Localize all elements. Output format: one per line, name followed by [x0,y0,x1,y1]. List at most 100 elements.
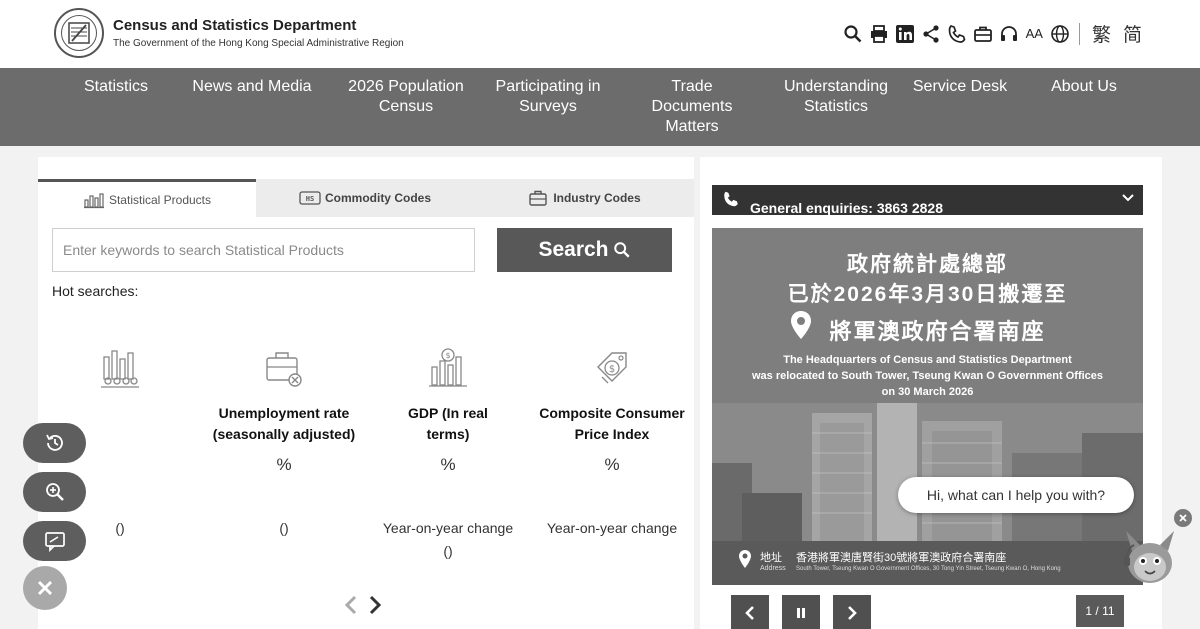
chatbot-bubble[interactable]: Hi, what can I help you with? [898,477,1134,513]
hot-searches-label: Hot searches: [52,283,139,299]
close-icon [1179,514,1187,522]
feedback-icon [44,532,65,552]
feedback-button[interactable] [23,521,86,561]
banner-english-line2: was relocated to South Tower, Tseung Kwa… [751,370,1104,382]
briefcase-x-icon [266,352,302,387]
indicator-unit: % [604,455,620,474]
search-button[interactable]: Search [497,228,672,272]
site-header: Census and Statistics Department The Gov… [0,0,1200,68]
indicator-card[interactable]: $ GDP (In real terms) % Year-on-year cha… [366,347,530,559]
banner-heading-line1: 政府統計處總部 [847,253,1008,276]
nav-news-and-media[interactable]: News and Media [178,68,326,146]
chart-icon [83,192,104,208]
building-illustration [712,403,1143,543]
phone-icon [724,191,738,207]
phone-icon[interactable] [946,22,968,46]
main-nav: Statistics News and Media 2026 Populatio… [0,68,1200,146]
nav-understanding-statistics[interactable]: Understanding Statistics [774,68,898,146]
close-floating-menu-button[interactable] [23,566,67,610]
nav-statistics[interactable]: Statistics [54,68,178,146]
banner-heading-line2: 已於2026年3月30日搬遷至 [787,283,1068,306]
indicator-note: Year-on-year change [546,520,678,536]
tab-commodity-codes-label: Commodity Codes [324,191,431,205]
tab-industry-codes[interactable]: Industry Codes [474,179,694,217]
population-icon [101,350,139,388]
svg-text:$: $ [445,351,450,360]
lang-simplified-chinese[interactable]: 简 [1119,20,1146,47]
page: Census and Statistics Department The Gov… [0,0,1200,629]
location-pin-icon [739,550,751,568]
nav-trade-documents-matters[interactable]: Trade Documents Matters [610,68,774,146]
indicator-card[interactable]: Unemployment rate (seasonally adjusted) … [202,347,366,536]
headset-icon[interactable] [998,22,1020,46]
zoom-icon [45,483,64,501]
close-icon [37,580,53,596]
search-icon [613,242,630,258]
briefcase-icon [529,190,548,206]
slider-pause-button[interactable] [782,595,820,629]
banner-english-line1: The Headquarters of Census and Statistic… [783,354,1072,366]
slider-prev-button[interactable] [731,595,769,629]
address-english: South Tower, Tseung Kwan O Government Of… [796,566,1061,572]
news-panel: General enquiries: 3863 2828 政府統計處總部 已於2… [700,157,1162,629]
slider-next-button[interactable] [833,595,871,629]
chevron-right-icon [848,606,857,620]
logo-emblem-icon [68,22,90,44]
zoom-search-button[interactable] [23,472,86,512]
pause-icon [797,608,805,618]
svg-text:HS: HS [306,195,314,203]
nav-about-us[interactable]: About Us [1022,68,1146,146]
header-separator [1078,22,1080,45]
chatbot-mascot-icon[interactable] [1120,523,1180,585]
address-chinese: 香港將軍澳唐賢街30號將軍澳政府合署南座 [796,552,1007,564]
indicator-title: Unemployment rate (seasonally adjusted) [212,405,356,442]
tab-statistical-products[interactable]: Statistical Products [38,179,256,217]
price-tag-dollar-icon: $ [597,352,627,384]
search-icon[interactable] [842,22,864,46]
lang-traditional-chinese[interactable]: 繁 [1088,20,1115,47]
chevron-down-icon[interactable] [1121,191,1135,205]
search-button-label: Search [538,238,609,261]
code-icon: HS [299,191,321,205]
font-size-icon[interactable]: AA [1024,26,1045,41]
banner-english-text: The Headquarters of Census and Statistic… [712,352,1143,400]
banner-english-line3: on 30 March 2026 [881,386,974,398]
indicator-note: () [279,520,289,536]
indicator-carousel-arrows [343,594,383,616]
chevron-right-icon[interactable] [367,594,383,616]
nav-service-desk[interactable]: Service Desk [898,68,1022,146]
globe-icon[interactable] [1049,22,1071,46]
department-logo[interactable] [54,8,104,58]
tab-commodity-codes[interactable]: HS Commodity Codes [256,179,474,217]
svg-text:$: $ [609,364,615,375]
indicator-note-secondary: () [443,543,453,559]
indicator-card[interactable]: () [38,347,202,536]
address-sublabel: Address [760,565,786,572]
relocation-banner[interactable]: 政府統計處總部 已於2026年3月30日搬遷至 將軍澳政府合署南座 The He… [712,228,1143,585]
nav-participating-in-surveys[interactable]: Participating in Surveys [486,68,610,146]
print-icon[interactable] [868,22,890,46]
briefcase-icon[interactable] [972,22,994,46]
indicator-note: Year-on-year change [382,520,514,536]
header-tools: AA 繁 简 [842,20,1146,47]
banner-heading-line3: 將軍澳政府合署南座 [829,319,1046,344]
indicator-unit: % [276,455,292,474]
search-panel: Statistical Products HS Commodity Codes … [38,157,694,629]
tab-statistical-products-label: Statistical Products [108,192,212,207]
indicator-card[interactable]: $ Composite Consumer Price Index % Year-… [530,347,694,536]
chevron-left-icon [745,606,754,620]
linkedin-icon[interactable] [894,22,916,46]
department-subtitle: The Government of the Hong Kong Special … [113,38,404,49]
department-name[interactable]: Census and Statistics Department [113,17,356,34]
enquiry-bar[interactable]: General enquiries: 3863 2828 [712,185,1143,215]
bar-chart-dollar-icon: $ [429,348,467,387]
indicator-title: Composite Consumer Price Index [539,405,685,442]
share-icon[interactable] [920,22,942,46]
address-label: 地址 [760,552,782,564]
search-tabs: Statistical Products HS Commodity Codes … [38,179,694,217]
history-button[interactable] [23,423,86,463]
search-input[interactable] [52,228,475,272]
nav-population-census[interactable]: 2026 Population Census [326,68,486,146]
indicator-unit: % [440,455,456,474]
chevron-left-icon[interactable] [343,594,359,616]
